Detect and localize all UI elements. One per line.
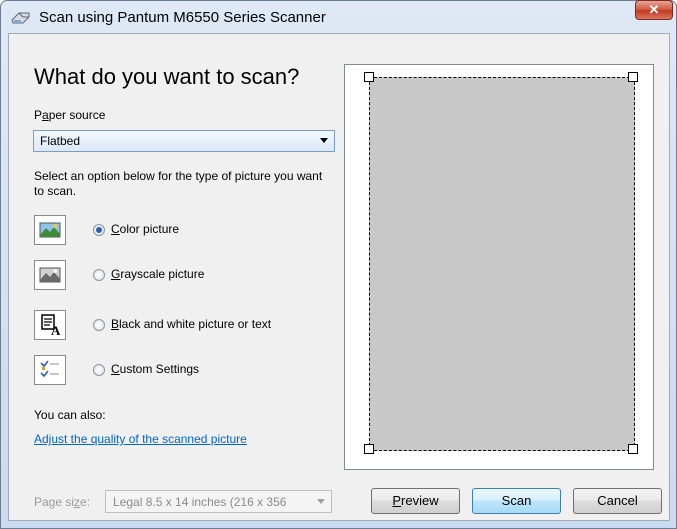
black-white-radio[interactable] (93, 319, 105, 331)
close-button[interactable]: ✕ (635, 0, 673, 20)
preview-pane (344, 64, 654, 470)
paper-source-label: Paper source (34, 108, 106, 122)
scan-dialog: Scan using Pantum M6550 Series Scanner ✕… (0, 0, 677, 529)
grayscale-picture-icon (34, 260, 66, 290)
page-size-dropdown[interactable]: Legal 8.5 x 14 inches (216 x 356 (105, 490, 332, 513)
custom-settings-icon (34, 355, 66, 385)
also-label: You can also: (34, 408, 106, 422)
scan-region[interactable] (369, 77, 635, 451)
chevron-down-icon (320, 138, 328, 143)
crop-handle-top-left[interactable] (364, 72, 374, 82)
black-white-text-icon: A (34, 310, 66, 340)
grayscale-picture-label[interactable]: Grayscale picture (111, 267, 204, 281)
custom-settings-radio[interactable] (93, 364, 105, 376)
chevron-down-icon (317, 499, 325, 504)
dialog-client-area: What do you want to scan? Paper source F… (8, 33, 670, 521)
instructions-text: Select an option below for the type of p… (34, 169, 323, 198)
color-picture-radio[interactable] (93, 224, 105, 236)
crop-handle-bottom-right[interactable] (628, 444, 638, 454)
svg-text:A: A (51, 323, 61, 338)
page-title: What do you want to scan? (34, 64, 300, 89)
cancel-button[interactable]: Cancel (573, 488, 662, 514)
title-bar: Scan using Pantum M6550 Series Scanner (1, 1, 676, 33)
preview-button[interactable]: Preview (371, 488, 460, 514)
color-picture-label[interactable]: Color picture (111, 222, 179, 236)
scanner-icon (11, 12, 30, 24)
grayscale-picture-radio[interactable] (93, 269, 105, 281)
crop-handle-top-right[interactable] (628, 72, 638, 82)
scan-button[interactable]: Scan (472, 488, 561, 514)
close-icon: ✕ (648, 2, 660, 17)
custom-settings-label[interactable]: Custom Settings (111, 362, 199, 376)
window-title: Scan using Pantum M6550 Series Scanner (39, 9, 326, 26)
black-white-label[interactable]: Black and white picture or text (111, 317, 271, 331)
page-size-label: Page size: (34, 495, 91, 509)
page-size-value: Legal 8.5 x 14 inches (216 x 356 (113, 495, 287, 509)
adjust-quality-link[interactable]: Adjust the quality of the scanned pictur… (34, 432, 247, 446)
crop-handle-bottom-left[interactable] (364, 444, 374, 454)
paper-source-value: Flatbed (40, 134, 81, 148)
color-picture-icon (34, 215, 66, 245)
paper-source-dropdown[interactable]: Flatbed (33, 130, 335, 152)
